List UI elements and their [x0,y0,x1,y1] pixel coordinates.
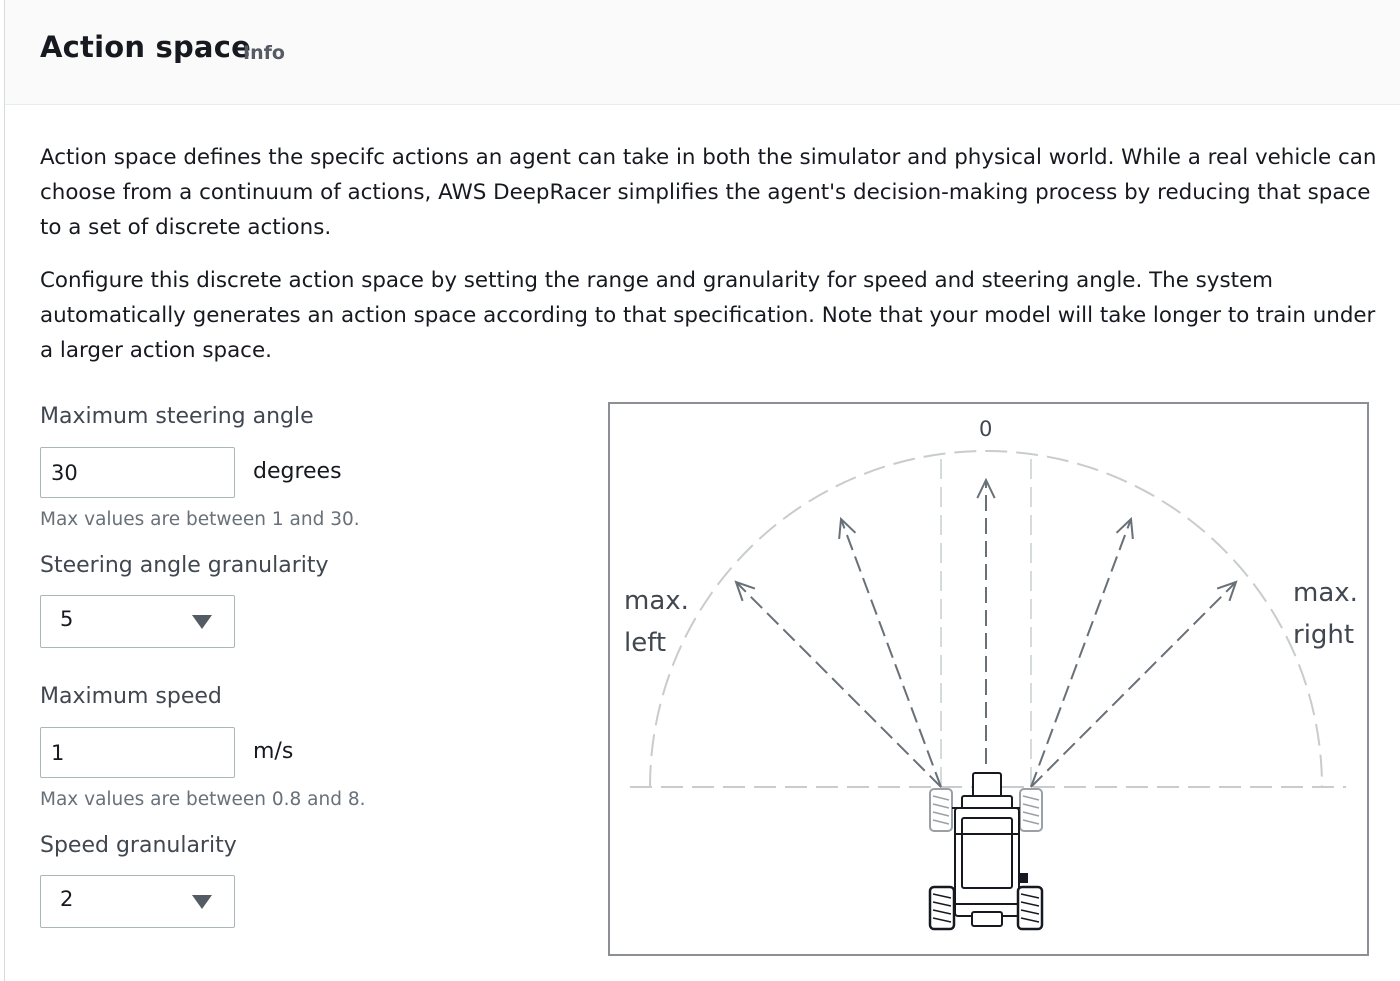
max-right-line2: right [1293,620,1355,650]
center-angle-label: 0 [979,417,993,441]
speed-granularity-value: 2 [60,887,74,911]
steering-arrow-max-right [1030,580,1238,788]
max-left-label: max. left [624,580,689,664]
steering-arc-svg [630,450,1346,931]
max-right-line1: max. [1293,578,1358,608]
description-paragraph-1: Action space defines the specifc actions… [40,145,1377,240]
max-left-line1: max. [624,586,689,616]
steering-granularity-value: 5 [60,607,74,631]
car-icon [928,772,1044,931]
steering-arrow-max-left [734,580,942,788]
speed-unit-label: m/s [253,739,294,764]
max-speed-label: Maximum speed [40,684,222,709]
action-space-panel: Action space Info Action space defines t… [4,0,1400,981]
steering-arrow-left [838,516,942,788]
steering-angle-hint: Max values are between 1 and 30. [40,509,360,530]
steering-granularity-label: Steering angle granularity [40,553,329,578]
info-link[interactable]: Info [243,42,285,64]
description-paragraph-2: Configure this discrete action space by … [40,268,1376,363]
caret-down-icon [192,615,212,629]
speed-granularity-label: Speed granularity [40,833,237,858]
max-speed-hint: Max values are between 0.8 and 8. [40,789,366,810]
max-right-label: max. right [1293,572,1358,656]
steering-granularity-select[interactable]: 5 [40,595,235,648]
steering-arrow-right [1030,516,1134,788]
max-steering-angle-label: Maximum steering angle [40,404,314,429]
action-space-diagram: 0 max. left max. right [608,402,1369,956]
panel-title: Action space [40,30,251,64]
speed-granularity-select[interactable]: 2 [40,875,235,928]
max-speed-input[interactable] [40,727,235,778]
steering-arrow-center [976,477,996,764]
panel-header: Action space Info [5,0,1400,105]
steering-unit-label: degrees [253,459,342,484]
caret-down-icon [192,895,212,909]
steering-arrows [734,477,1238,788]
max-left-line2: left [624,628,667,658]
max-steering-angle-input[interactable] [40,447,235,498]
